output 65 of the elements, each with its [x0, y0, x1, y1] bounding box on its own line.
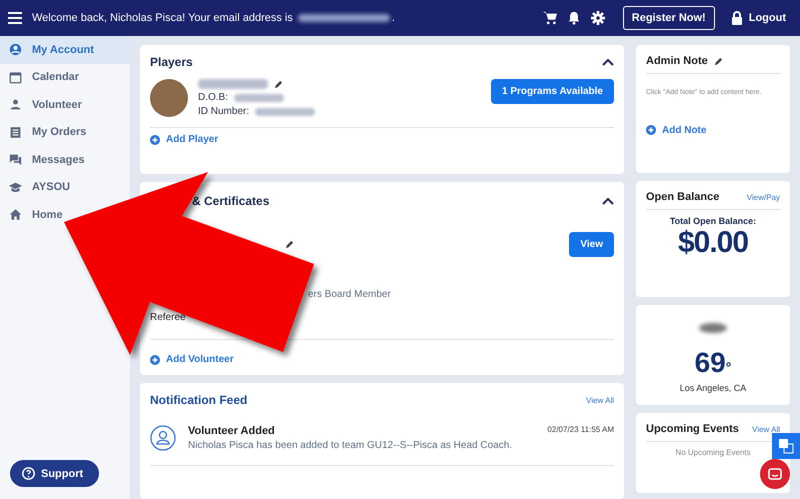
- sidebar-item[interactable]: Messages: [0, 146, 85, 174]
- certificate-text: Referee: [150, 312, 187, 324]
- register-button[interactable]: Register Now!: [622, 6, 715, 30]
- view-button[interactable]: View: [569, 232, 614, 258]
- blurred-text: [255, 108, 316, 116]
- view-all-link[interactable]: View All: [586, 396, 614, 405]
- menu-icon[interactable]: [8, 12, 22, 24]
- pencil-icon[interactable]: [285, 240, 294, 250]
- add-player-link[interactable]: Add Player: [150, 134, 218, 145]
- support-button[interactable]: Support: [10, 460, 100, 487]
- bell-icon[interactable]: [566, 11, 581, 25]
- sidebar-item[interactable]: My Account: [0, 36, 130, 64]
- collapse-chevron-icon[interactable]: [602, 197, 614, 206]
- view-all-link[interactable]: View All: [752, 424, 780, 434]
- sidebar-item[interactable]: Calendar: [0, 64, 80, 91]
- balance-label: Total Open Balance:: [668, 216, 758, 226]
- account-icon: [9, 43, 22, 56]
- lock-icon: [730, 11, 743, 25]
- plus-circle-icon: [646, 125, 656, 135]
- blurred-text: [198, 79, 268, 89]
- pencil-icon[interactable]: [714, 56, 723, 66]
- notification-text: Nicholas Pisca has been added to team GU12--S--Pisca as Head Coach.: [188, 440, 514, 452]
- settings-icon[interactable]: [590, 11, 605, 25]
- graduation-cap-icon: [9, 180, 22, 194]
- add-volunteer-link[interactable]: Add Volunteer: [150, 354, 234, 366]
- empty-events-text: No Upcoming Events: [674, 448, 752, 457]
- plus-circle-icon: [150, 134, 160, 144]
- pencil-icon[interactable]: [274, 80, 283, 88]
- notification-title: Volunteer Added: [188, 425, 275, 438]
- sidebar-item[interactable]: My Orders: [0, 118, 86, 146]
- plus-circle-icon: [150, 354, 160, 365]
- collapse-chevron-icon[interactable]: [602, 58, 614, 66]
- programs-button[interactable]: 1 Programs Available: [491, 79, 614, 104]
- list-icon: [9, 126, 22, 139]
- avatar-placeholder: [150, 79, 188, 117]
- role-text: ers Board Member: [307, 289, 392, 300]
- notification-time: 02/07/23 11:55 AM: [547, 425, 614, 436]
- balance-amount: $0.00: [676, 226, 750, 260]
- logout-button[interactable]: Logout: [724, 10, 792, 26]
- add-note-link[interactable]: Add Note: [646, 124, 706, 136]
- home-icon: [9, 208, 22, 222]
- welcome-text: Welcome back, Nicholas Pisca! Your email address is .: [32, 12, 395, 24]
- sidebar-item[interactable]: Home: [0, 201, 63, 228]
- card-title: Open Balance: [646, 191, 720, 203]
- cloud-icon: [697, 321, 729, 335]
- sidebar-item[interactable]: Volunteer: [0, 91, 82, 118]
- blurred-text: [234, 94, 284, 102]
- view-pay-link[interactable]: View/Pay: [746, 192, 780, 202]
- help-icon: [22, 467, 35, 480]
- card-title: Notification Feed: [150, 393, 248, 408]
- card-title: Admin Note: [646, 55, 708, 67]
- card-title: Upcoming Events: [646, 423, 739, 435]
- user-icon: [150, 425, 176, 452]
- temperature: 69°: [694, 347, 732, 379]
- card-title: & Certificates: [192, 194, 270, 208]
- card-title: Players: [150, 55, 193, 69]
- city-name: Los Angeles, CA: [678, 383, 748, 393]
- sidebar-item[interactable]: AYSOU: [0, 174, 70, 201]
- person-icon: [9, 98, 22, 112]
- cart-icon[interactable]: [542, 11, 557, 25]
- id-label: ID Number:: [198, 106, 250, 117]
- chat-bubbles-icon: [9, 153, 22, 166]
- translate-icon[interactable]: [772, 433, 800, 459]
- dob-label: D.O.B:: [198, 92, 228, 103]
- calendar-icon: [9, 70, 22, 84]
